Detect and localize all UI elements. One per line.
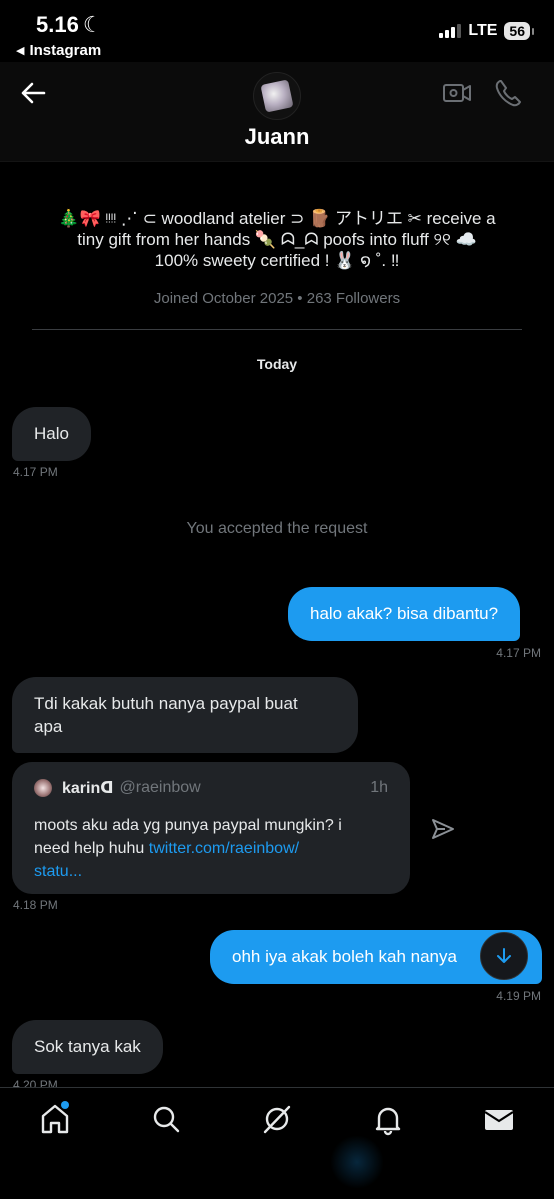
incoming-message[interactable]: Halo [12, 407, 91, 461]
avatar-image [260, 79, 294, 113]
contact-name[interactable]: Juann [0, 124, 554, 150]
post-age: 1h [370, 779, 388, 796]
moon-icon: ☾ [82, 12, 103, 37]
arrow-down-icon [497, 948, 511, 963]
post-author-handle: @raeinbow [119, 779, 201, 796]
message-text: ohh iya akak boleh kah nanya [232, 947, 457, 966]
incoming-message[interactable]: Tdi kakak butuh nanya paypal buat apa [12, 677, 358, 753]
post-author-avatar [34, 779, 52, 797]
notification-dot [61, 1101, 69, 1109]
bio-line: 100% sweety certified ! 🐰 ໑ ˚. ‼ [154, 251, 400, 270]
home-indicator-glow [330, 1135, 384, 1189]
network-label: LTE [468, 22, 498, 39]
post-author-name: karinᗡ [62, 780, 114, 797]
message-timestamp: 4.19 PM [496, 989, 541, 1003]
message-text: Tdi kakak butuh nanya paypal buat [34, 694, 298, 713]
arrow-left-icon[interactable] [18, 78, 48, 108]
phone-icon[interactable] [494, 78, 524, 108]
return-app-label: Instagram [29, 42, 102, 59]
outgoing-message[interactable]: halo akak? bisa dibantu? [288, 587, 521, 641]
scroll-to-bottom-button[interactable] [480, 932, 528, 980]
post-link[interactable]: twitter.com/raeinbow/ [149, 840, 299, 857]
message-timestamp: 4.17 PM [496, 646, 541, 660]
message-text: Halo [34, 424, 69, 443]
system-message: You accepted the request [186, 520, 368, 537]
signal-icon [439, 24, 462, 38]
return-to-app-link[interactable]: ◀ Instagram [16, 42, 101, 59]
message-text: apa [34, 717, 63, 736]
video-camera-icon[interactable] [442, 78, 472, 108]
bell-icon[interactable] [371, 1102, 405, 1136]
send-icon[interactable] [430, 816, 456, 842]
battery-icon: 56 [504, 22, 534, 40]
grok-icon[interactable] [260, 1102, 294, 1136]
bio-line: 🎄🎀 ᵎᵎᵎᵎ ⋰ ⊂ woodland atelier ⊃ 🪵 アトリエ ✂ … [58, 209, 496, 228]
post-link[interactable]: statu... [34, 863, 82, 880]
profile-bio: 🎄🎀 ᵎᵎᵎᵎ ⋰ ⊂ woodland atelier ⊃ 🪵 アトリエ ✂ … [40, 208, 514, 271]
avatar[interactable] [253, 72, 301, 120]
bottom-tab-bar [0, 1087, 554, 1199]
post-header: karinᗡ @raeinbow 1h [34, 778, 388, 798]
message-timestamp: 4.17 PM [13, 465, 58, 479]
post-text: moots aku ada yg punya paypal mungkin? i… [34, 814, 388, 883]
status-time: 5.16 ☾ [36, 12, 103, 37]
message-timestamp: 4.18 PM [13, 898, 58, 912]
conversation-header: Juann [0, 62, 554, 162]
bio-line: tiny gift from her hands 🍡 ᗣ_ᗣ poofs int… [77, 230, 477, 249]
mail-icon[interactable] [482, 1102, 516, 1136]
search-icon[interactable] [149, 1102, 183, 1136]
joined-info: Joined October 2025 • 263 Followers [153, 290, 401, 307]
date-separator: Today [256, 356, 298, 372]
back-triangle-icon: ◀ [16, 45, 25, 57]
post-text-line: moots aku ada yg punya paypal mungkin? i [34, 817, 342, 834]
incoming-message[interactable]: Sok tanya kak [12, 1020, 163, 1074]
message-text: halo akak? bisa dibantu? [310, 604, 499, 623]
status-indicators: LTE 56 [439, 22, 534, 40]
shared-post-card[interactable]: karinᗡ @raeinbow 1h moots aku ada yg pun… [12, 762, 410, 894]
message-text: Sok tanya kak [34, 1037, 141, 1056]
post-text-line: need help huhu [34, 840, 149, 857]
divider [32, 329, 522, 330]
